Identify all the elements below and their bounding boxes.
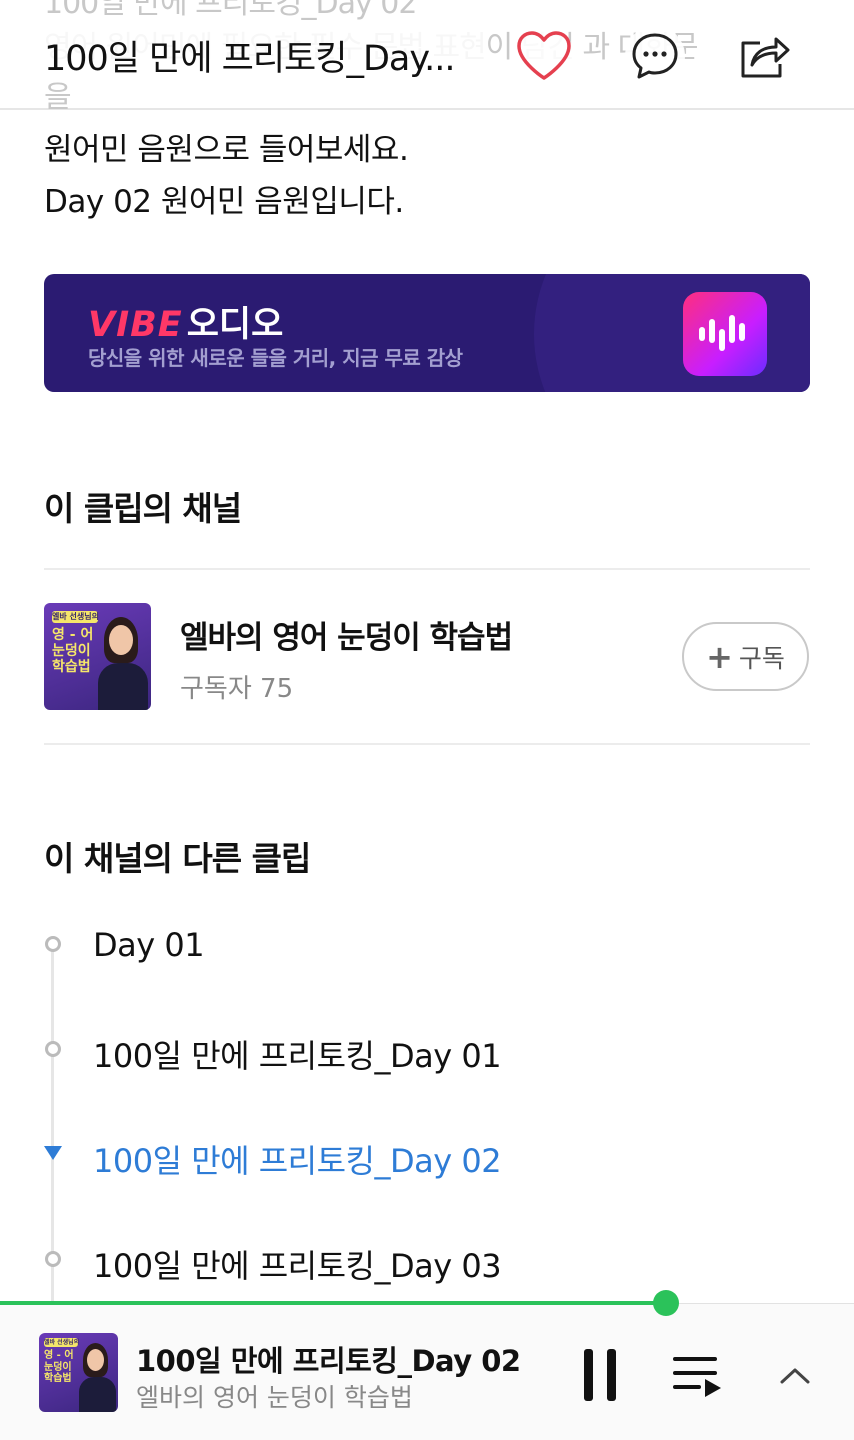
clip-title: Day 01 (93, 926, 205, 964)
player-thumbnail[interactable]: 엘바 선생님의 영 - 어 눈덩이 학습법 (39, 1333, 118, 1412)
divider (44, 568, 810, 570)
like-button[interactable] (514, 26, 574, 86)
clip-title: 100일 만에 프리토킹_Day 01 (93, 1037, 502, 1075)
player-track-title[interactable]: 100일 만에 프리토킹_Day 02 (136, 1338, 521, 1380)
subscriber-count: 구독자 75 (180, 674, 294, 704)
clip-item-current[interactable]: 100일 만에 프리토킹_Day 02 (0, 1126, 854, 1186)
pause-button[interactable] (570, 1344, 630, 1406)
clip-item[interactable]: 100일 만에 프리토킹_Day 01 (0, 1021, 854, 1081)
banner-brand-suffix: 오디오 (186, 305, 284, 345)
vibe-app-icon (683, 292, 767, 376)
expand-player-button[interactable] (770, 1350, 820, 1400)
clip-description: 원어민 음원으로 들어보세요. Day 02 원어민 음원입니다. (44, 124, 409, 228)
top-header: 100일 만에 프리토킹_Day 02 영어 원어민에 필요한 필수 문법 표현… (0, 0, 854, 115)
share-button[interactable] (735, 26, 795, 86)
thumbnail-tag: 엘바 선생님의 (52, 611, 99, 623)
playlist-button[interactable] (664, 1346, 730, 1406)
clip-title: 100일 만에 프리토킹_Day 02 (93, 1142, 502, 1180)
thumbnail-tag: 엘바 선생님의 (44, 1338, 80, 1347)
timeline-dot-icon (45, 1251, 61, 1267)
description-line: Day 02 원어민 음원입니다. (44, 184, 404, 220)
progress-bar[interactable] (0, 1301, 666, 1305)
comment-button[interactable] (625, 26, 685, 86)
clip-item[interactable]: Day 01 (0, 916, 854, 976)
banner-glow (534, 274, 810, 392)
subscribe-label: 구독 (738, 643, 785, 673)
channel-thumbnail[interactable]: 엘바 선생님의 영 - 어 눈덩이 학습법 (44, 603, 151, 710)
channel-section-title: 이 클립의 채널 (44, 489, 242, 528)
thumbnail-text: 영 - 어 눈덩이 학습법 (44, 1350, 74, 1384)
channel-name[interactable]: 엘바의 영어 눈덩이 학습법 (180, 612, 513, 657)
speech-bubble-icon (632, 33, 678, 79)
playlist-icon (673, 1357, 721, 1397)
current-marker-icon (44, 1146, 62, 1160)
vibe-logo-text: VIBE (88, 305, 183, 345)
share-arrow-icon (741, 37, 790, 78)
clip-item[interactable]: 100일 만에 프리토킹_Day 03 (0, 1231, 854, 1291)
divider (44, 743, 810, 745)
banner-subtitle: 당신을 위한 새로운 들을 거리, 지금 무료 감상 (88, 346, 463, 370)
subscribe-button[interactable]: + 구독 (682, 622, 809, 691)
chevron-up-icon (780, 1368, 810, 1384)
timeline-dot-icon (45, 936, 61, 952)
heart-outline-icon (517, 31, 571, 80)
clip-title: 100일 만에 프리토킹_Day 03 (93, 1247, 502, 1285)
pause-icon (584, 1349, 616, 1401)
vibe-audio-banner[interactable]: VIBE 오디오 당신을 위한 새로운 들을 거리, 지금 무료 감상 (44, 274, 810, 392)
scrolled-text-line-1: 100일 만에 프리토킹_Day 02 (44, 0, 417, 21)
progress-knob[interactable] (653, 1290, 679, 1316)
clips-section-title: 이 채널의 다른 클립 (44, 839, 311, 878)
plus-icon: + (706, 637, 733, 676)
player-channel-name: 엘바의 영어 눈덩이 학습법 (136, 1383, 413, 1412)
timeline-dot-icon (45, 1041, 61, 1057)
page-title: 100일 만에 프리토킹_Day... (44, 30, 484, 81)
description-line: 원어민 음원으로 들어보세요. (44, 132, 409, 168)
banner-brand: VIBE 오디오 (88, 296, 283, 347)
thumbnail-text: 영 - 어 눈덩이 학습법 (52, 627, 94, 676)
